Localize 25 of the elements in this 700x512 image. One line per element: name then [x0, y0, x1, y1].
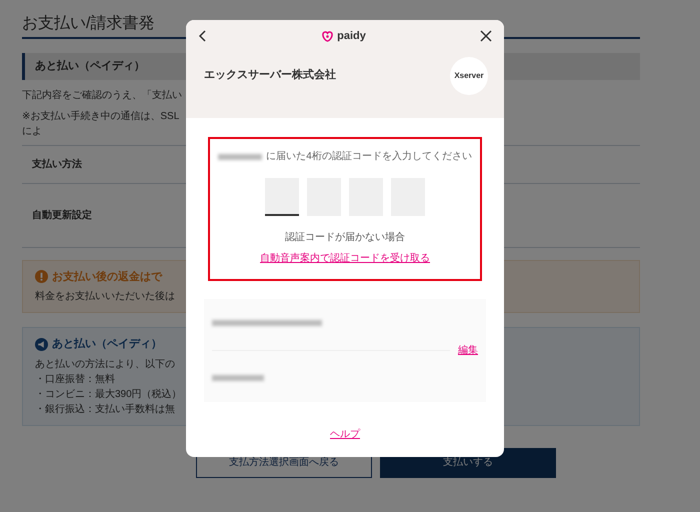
code-prompt: に届いた4桁の認証コードを入力してください	[266, 150, 472, 164]
notice-text: ・コンビニ：最大390円（税込）	[35, 388, 182, 402]
notice-title: お支払い後の返金はで	[52, 270, 162, 285]
merchant-logo: Xserver	[450, 56, 488, 94]
notice-text: あと払いの方法により、以下の	[35, 358, 175, 372]
notice-title: あと払い（ペイディ）	[52, 336, 162, 352]
brand-logo-icon	[322, 30, 334, 42]
row-label: 支払い方法	[32, 157, 82, 172]
row-label: 自動更新設定	[32, 208, 92, 223]
notice-text: ・口座振替：無料	[35, 372, 115, 387]
notice-text: 料金をお支払いいただいた後は	[35, 290, 175, 304]
blurred-phone-number	[218, 154, 262, 160]
voice-code-link[interactable]: 自動音声案内で認証コードを受け取る	[260, 253, 430, 264]
exclamation-icon	[35, 270, 48, 284]
close-icon[interactable]	[480, 30, 492, 42]
code-digit-field[interactable]	[265, 178, 299, 216]
blurred-phone-number	[212, 374, 264, 381]
edit-link[interactable]: 編集	[458, 343, 478, 358]
ssl-note: ※お支払い手続き中の通信は、SSLによ	[22, 110, 180, 139]
megaphone-icon	[35, 338, 48, 351]
no-code-text: 認証コードが届かない場合	[284, 230, 406, 245]
intro-text: 下記内容をご確認のうえ、「支払い	[22, 88, 182, 103]
back-chevron-icon[interactable]	[198, 30, 208, 42]
help-link[interactable]: ヘルプ	[330, 429, 360, 440]
notice-text: ・銀行振込：支払い手数料は無	[35, 402, 175, 417]
